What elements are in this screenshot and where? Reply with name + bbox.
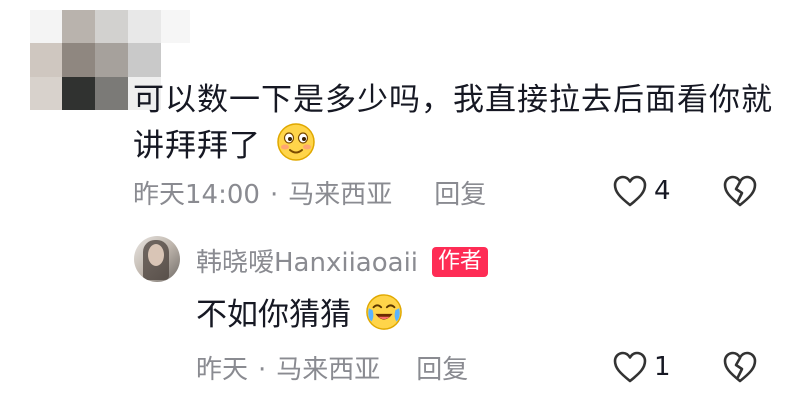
like-button[interactable]: [612, 174, 648, 212]
broken-heart-icon: [723, 175, 757, 207]
heart-icon: [613, 175, 647, 207]
heart-icon: [613, 351, 647, 383]
author-badge: 作者: [432, 247, 489, 277]
reply-text: 不如你猜猜: [196, 293, 403, 343]
comment-location: 马来西亚: [288, 180, 393, 210]
like-count: 1: [654, 352, 671, 382]
broken-heart-icon: [723, 351, 757, 383]
like-count: 4: [654, 176, 671, 206]
comment-meta: 昨天14:00 · 马来西亚 回复: [133, 174, 486, 211]
reply-location: 马来西亚: [276, 355, 381, 385]
dislike-button[interactable]: [722, 174, 758, 212]
laugh-crying-emoji: [365, 293, 403, 343]
separator-dot: ·: [258, 355, 267, 385]
separator-dot: ·: [269, 180, 279, 210]
reply-button[interactable]: 回复: [434, 180, 486, 210]
comment-time: 昨天14:00: [133, 180, 260, 210]
reply-meta: 昨天 · 马来西亚 回复: [196, 349, 468, 386]
smiling-face-emoji: [276, 122, 316, 174]
author-username[interactable]: 韩晓嗳Hanxiiaoaii: [196, 242, 418, 279]
comment-body: 可以数一下是多少吗，我直接拉去后面看你就讲拜拜了: [133, 82, 773, 164]
reply-button[interactable]: 回复: [416, 355, 468, 385]
comment-text: 可以数一下是多少吗，我直接拉去后面看你就讲拜拜了: [133, 78, 773, 174]
author-avatar[interactable]: [134, 236, 180, 282]
reply-time: 昨天: [196, 355, 249, 385]
dislike-button[interactable]: [722, 350, 758, 388]
like-button[interactable]: [612, 350, 648, 388]
reply-body: 不如你猜猜: [196, 297, 351, 333]
